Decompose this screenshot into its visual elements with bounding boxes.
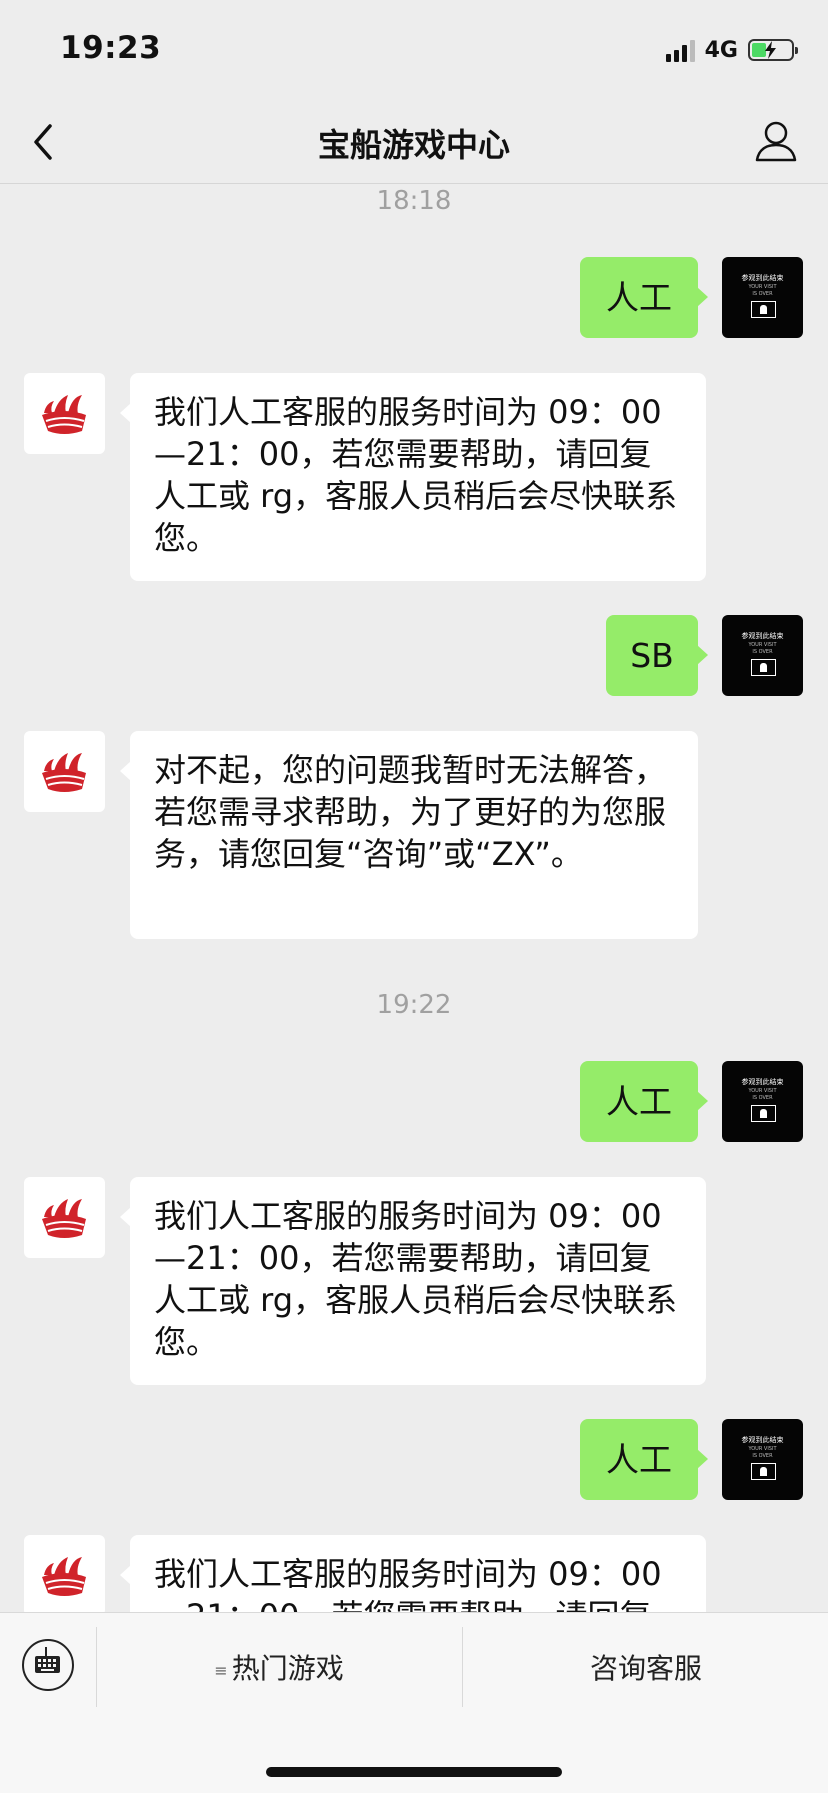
status-bar: 19:23 4G: [0, 0, 828, 100]
profile-button[interactable]: [754, 118, 798, 164]
user-avatar[interactable]: 参观到此结束 YOUR VISIT IS OVER: [722, 257, 803, 338]
user-message-bubble[interactable]: 人工: [580, 1419, 708, 1500]
home-indicator: [266, 1767, 562, 1777]
status-icons: 4G: [665, 36, 798, 64]
user-avatar[interactable]: 参观到此结束 YOUR VISIT IS OVER: [722, 615, 803, 696]
bottom-menu-bar: ≡ 热门游戏 咨询客服: [0, 1612, 828, 1793]
battery-icon: [748, 39, 798, 61]
ship-logo-icon: [42, 395, 86, 434]
menu-hot-games-label: 热门游戏: [231, 1652, 344, 1685]
bot-avatar[interactable]: [24, 731, 105, 812]
keyboard-icon: [35, 1647, 60, 1673]
ship-logo-icon: [42, 1557, 86, 1596]
chat-area[interactable]: 18:18 人工 参观到此结束 YOUR VISIT IS OVER 我们人工客…: [0, 184, 828, 1612]
ship-logo-icon: [42, 753, 86, 792]
divider: [462, 1627, 463, 1707]
menu-hot-games[interactable]: ≡ 热门游戏: [96, 1647, 462, 1687]
nav-bar: 宝船游戏中心: [0, 100, 828, 184]
keyboard-toggle-button[interactable]: [22, 1639, 74, 1691]
person-icon: [755, 121, 797, 162]
user-message-bubble[interactable]: 人工: [580, 257, 708, 338]
user-avatar[interactable]: 参观到此结束 YOUR VISIT IS OVER: [722, 1419, 803, 1500]
bot-message-bubble[interactable]: 我们人工客服的服务时间为 09：00—21：00，若您需要帮助，请回复人工或 r…: [120, 1177, 706, 1385]
page-title: 宝船游戏中心: [317, 126, 510, 164]
menu-icon: ≡: [214, 1660, 228, 1680]
bot-avatar[interactable]: [24, 1177, 105, 1258]
timestamp: 18:18: [376, 186, 452, 216]
bot-message-bubble[interactable]: 我们人工客服的服务时间为 09：00—21：00，若您需要帮助，请回复人工或 r…: [120, 373, 706, 581]
menu-consult-label: 咨询客服: [589, 1652, 702, 1685]
signal-icon: [665, 38, 695, 62]
bot-avatar[interactable]: [24, 373, 105, 454]
user-avatar[interactable]: 参观到此结束 YOUR VISIT IS OVER: [722, 1061, 803, 1142]
network-label: 4G: [704, 37, 738, 63]
ship-logo-icon: [42, 1199, 86, 1238]
bot-avatar[interactable]: [24, 1535, 105, 1612]
user-message-bubble[interactable]: SB: [606, 615, 708, 696]
status-time: 19:23: [60, 30, 162, 66]
bot-message-bubble[interactable]: 对不起，您的问题我暂时无法解答，若您需寻求帮助，为了更好的为您服务，请您回复“咨…: [120, 731, 698, 939]
timestamp: 19:22: [376, 990, 452, 1020]
menu-consult-service[interactable]: 咨询客服: [464, 1647, 828, 1687]
bot-message-bubble[interactable]: 我们人工客服的服务时间为 09：00—21：00，若您需要帮助，请回复人工或 r…: [120, 1535, 706, 1612]
user-message-bubble[interactable]: 人工: [580, 1061, 708, 1142]
